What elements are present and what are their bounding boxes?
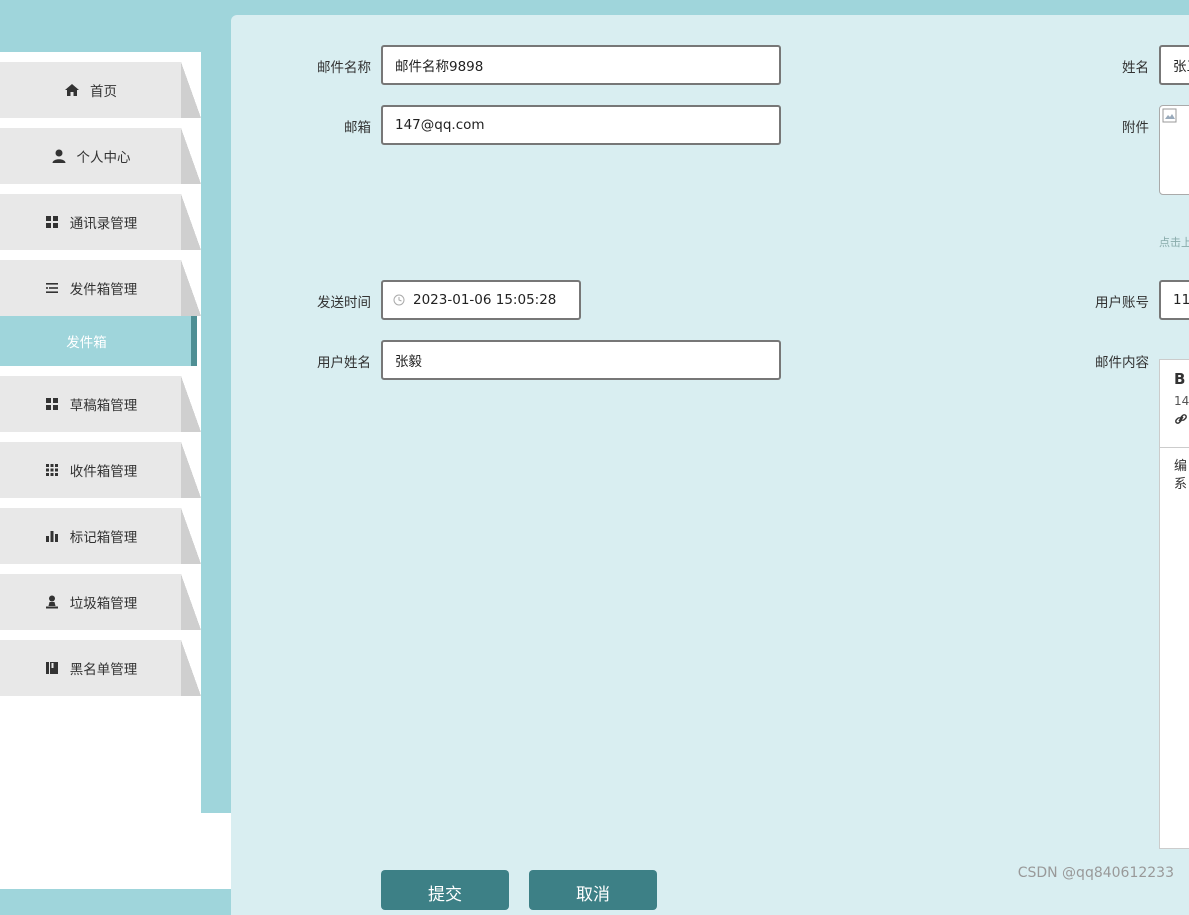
attachment-upload[interactable] — [1159, 105, 1189, 195]
sidebar-item-profile[interactable]: 个人中心 — [0, 128, 201, 184]
rich-text-editor[interactable]: B 14 编 系 — [1159, 359, 1189, 849]
sidebar-item-label: 收件箱管理 — [69, 464, 138, 480]
bar-chart-icon — [45, 531, 58, 542]
bold-button[interactable]: B — [1174, 370, 1189, 388]
sidebar-item-blacklist[interactable]: 黑名单管理 — [0, 640, 201, 696]
editor-toolbar: B 14 — [1160, 360, 1189, 448]
send-time-label: 发送时间 — [317, 295, 371, 311]
person-stand-icon — [45, 595, 58, 609]
form-panel: 邮件名称 邮箱 发送时间 用户姓名 姓名 附件 点击上 用户账号 邮件内容 B … — [231, 15, 1189, 915]
sidebar-item-outbox-manage[interactable]: 发件箱管理 — [0, 260, 201, 316]
mail-name-input[interactable] — [381, 45, 781, 85]
home-icon — [65, 84, 79, 96]
clock-icon — [393, 294, 405, 306]
editor-text-line: 编 — [1174, 459, 1188, 474]
sidebar-item-label: 发件箱管理 — [69, 282, 138, 298]
apps-icon — [45, 464, 58, 476]
attachment-label: 附件 — [1122, 120, 1149, 136]
user-name-label: 用户姓名 — [317, 355, 371, 371]
email-input[interactable] — [381, 105, 781, 145]
grid-icon — [45, 398, 58, 410]
user-name-input[interactable] — [381, 340, 781, 380]
submit-button[interactable]: 提交 — [381, 870, 509, 910]
sidebar-item-label: 草稿箱管理 — [69, 398, 138, 414]
sidebar-item-inbox[interactable]: 收件箱管理 — [0, 442, 201, 498]
cancel-button[interactable]: 取消 — [529, 870, 657, 910]
sidebar-item-label: 通讯录管理 — [69, 216, 138, 232]
watermark: CSDN @qq840612233 — [1017, 865, 1174, 881]
sidebar-item-label: 垃圾箱管理 — [69, 596, 138, 612]
sidebar-item-trash[interactable]: 垃圾箱管理 — [0, 574, 201, 630]
list-icon — [45, 283, 58, 293]
user-icon — [52, 149, 65, 163]
email-label: 邮箱 — [344, 120, 371, 136]
sidebar-item-label: 标记箱管理 — [69, 530, 138, 546]
page-footer-area — [201, 813, 231, 889]
send-time-input[interactable] — [413, 292, 563, 308]
font-size-select[interactable]: 14 — [1174, 394, 1189, 408]
sidebar-item-contacts[interactable]: 通讯录管理 — [0, 194, 201, 250]
name-input[interactable] — [1159, 45, 1189, 85]
book-icon — [45, 662, 58, 674]
sidebar-item-label: 黑名单管理 — [69, 662, 138, 678]
editor-body[interactable]: 编 系 — [1160, 448, 1189, 494]
sidebar-item-label: 个人中心 — [76, 150, 131, 166]
sidebar-item-label: 首页 — [90, 84, 117, 100]
upload-hint[interactable]: 点击上 — [1159, 234, 1189, 250]
send-time-field[interactable] — [381, 280, 581, 320]
sidebar-item-marked[interactable]: 标记箱管理 — [0, 508, 201, 564]
mail-name-label: 邮件名称 — [317, 60, 371, 76]
grid-icon — [45, 216, 58, 228]
sidebar-item-drafts[interactable]: 草稿箱管理 — [0, 376, 201, 432]
sidebar-subitem-outbox[interactable]: 发件箱 — [0, 316, 197, 366]
account-input[interactable] — [1159, 280, 1189, 320]
content-label: 邮件内容 — [1095, 355, 1149, 371]
link-icon[interactable] — [1174, 412, 1188, 426]
sidebar-subitem-label: 发件箱 — [66, 335, 107, 351]
name-label: 姓名 — [1122, 60, 1149, 76]
broken-image-icon — [1162, 108, 1177, 123]
account-label: 用户账号 — [1095, 295, 1149, 311]
sidebar-item-home[interactable]: 首页 — [0, 62, 201, 118]
editor-text-line: 系 — [1174, 477, 1188, 492]
sidebar: 首页 个人中心 通讯录管理 发件箱管理 发件箱 草稿箱管理 收件箱管理 标记箱管… — [0, 52, 201, 889]
